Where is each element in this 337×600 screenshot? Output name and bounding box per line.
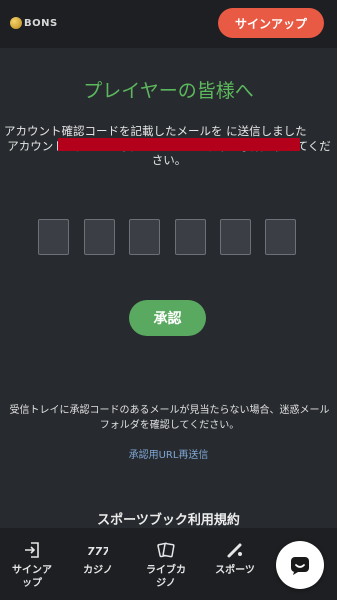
verification-code-input: [38, 219, 298, 255]
logo-coin-icon: [10, 17, 22, 29]
message-line-1: アカウント確認コードを記載したメールを に送信しました: [4, 124, 307, 138]
resend-link[interactable]: 承認用URL再送信: [0, 446, 337, 461]
nav-label-casino: カジノ: [83, 565, 113, 576]
svg-text:777: 777: [88, 545, 108, 558]
approve-button[interactable]: 承認: [129, 300, 206, 336]
code-digit-1[interactable]: [38, 219, 69, 255]
nav-item-casino[interactable]: 777 カジノ: [66, 528, 130, 600]
nav-item-sports[interactable]: スポーツ: [203, 528, 267, 600]
top-bar: BONS サインアップ: [0, 0, 337, 48]
terms-link[interactable]: スポーツブック利用規約: [0, 509, 337, 528]
code-digit-5[interactable]: [220, 219, 251, 255]
help-text: 受信トレイに承認コードのあるメールが見当たらない場合、迷惑メールフォルダを確認し…: [9, 405, 330, 431]
logo-text: BONS: [24, 17, 58, 29]
redaction-bar: [58, 138, 300, 151]
page-title: プレイヤーの皆様へ: [83, 80, 254, 102]
nav-label-sports: スポーツ: [215, 565, 255, 576]
chat-button[interactable]: [276, 541, 324, 589]
chat-icon: [291, 557, 309, 575]
nav-item-signup[interactable]: サインア ップ: [0, 528, 64, 600]
logo[interactable]: BONS: [10, 15, 58, 31]
signup-button[interactable]: サインアップ: [218, 8, 324, 38]
code-digit-2[interactable]: [84, 219, 115, 255]
bat-icon: [227, 543, 242, 558]
nav-item-live-casino[interactable]: ライブカ ジノ: [134, 528, 198, 600]
cards-icon: [157, 542, 175, 558]
code-digit-3[interactable]: [129, 219, 160, 255]
nav-label-signup: サインア ップ: [12, 565, 52, 589]
nav-label-live-casino: ライブカ ジノ: [146, 565, 186, 589]
signin-icon: [25, 542, 39, 558]
code-digit-4[interactable]: [175, 219, 206, 255]
slot-icon: 777: [88, 545, 108, 558]
code-digit-6[interactable]: [265, 219, 296, 255]
